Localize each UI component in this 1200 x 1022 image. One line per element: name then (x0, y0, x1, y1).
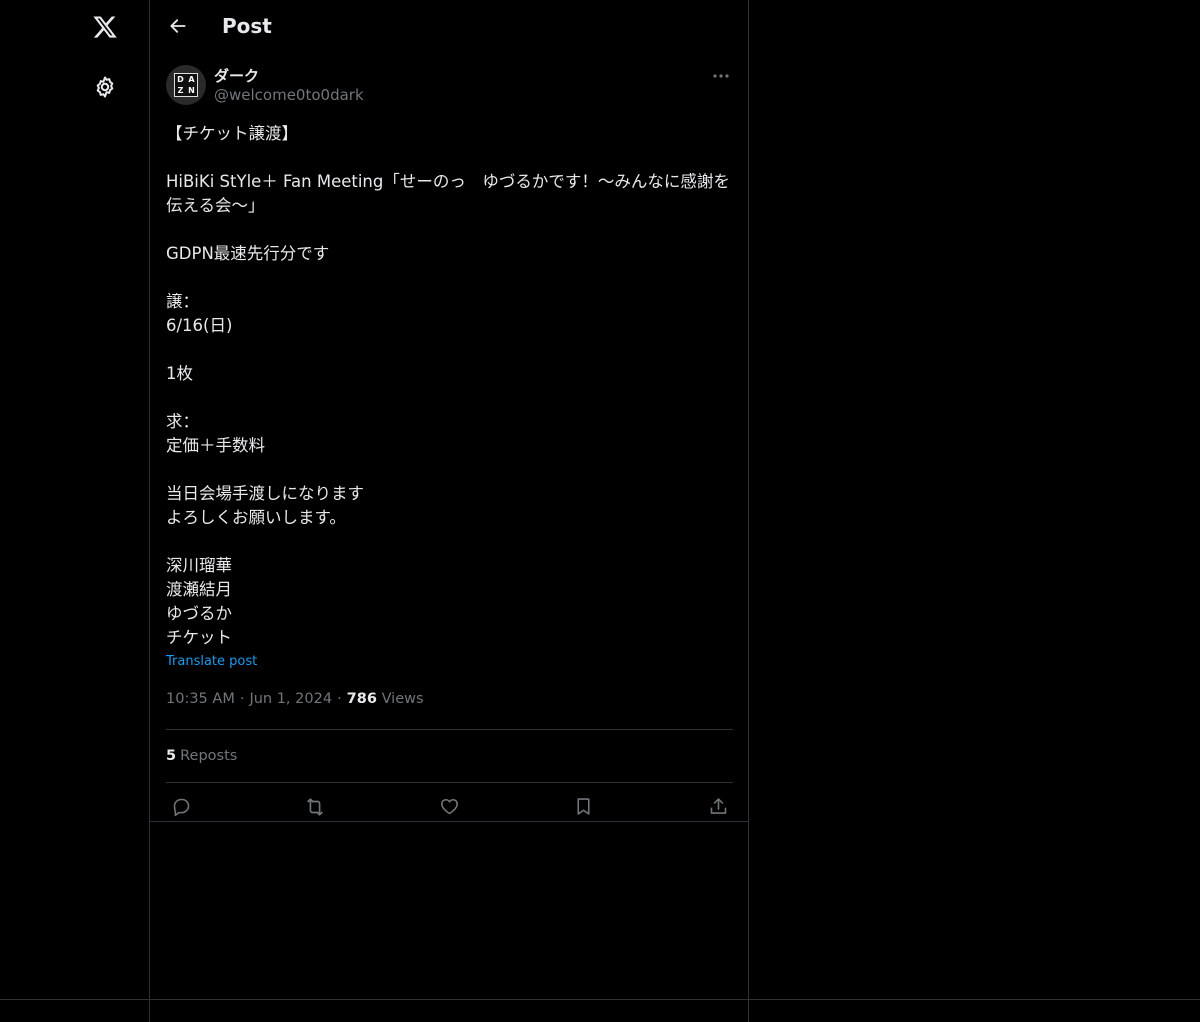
page-title: Post (222, 14, 272, 38)
translate-post-link[interactable]: Translate post (166, 654, 257, 669)
x-logo-icon (93, 16, 117, 38)
meta-dot: · (239, 691, 245, 707)
author-handle[interactable]: @welcome0to0dark (214, 86, 364, 104)
settings-link[interactable] (83, 65, 127, 109)
page-header: Post (150, 0, 749, 53)
avatar-text-1b: A (188, 75, 195, 84)
heart-icon (441, 798, 458, 815)
back-button[interactable] (161, 9, 195, 43)
views-count: 786 (346, 691, 377, 707)
primary-column: Post DA ZN ダーク @welcome0to0dark 【チケット譲渡】… (149, 0, 749, 1022)
reposts-label[interactable]: Reposts (180, 748, 237, 764)
author-display-name[interactable]: ダーク (214, 65, 259, 86)
post-text: 【チケット譲渡】 HiBiKi StYle＋ Fan Meeting「せーのっ … (166, 124, 730, 647)
reply-button[interactable] (170, 796, 192, 818)
post-meta: 10:35 AM · Jun 1, 2024 · 786 Views (166, 691, 733, 715)
x-logo-link[interactable] (83, 5, 127, 49)
avatar-text-2a: Z (177, 86, 184, 95)
more-dots-icon (713, 74, 729, 78)
share-button[interactable] (707, 796, 729, 818)
share-icon (710, 798, 726, 814)
left-nav (0, 0, 150, 1022)
post-stats: 5 Reposts (166, 730, 733, 782)
views-label: Views (381, 691, 424, 707)
bookmark-button[interactable] (573, 796, 595, 818)
post-bottom-border (150, 821, 749, 822)
like-button[interactable] (439, 796, 461, 818)
post-actions (166, 783, 733, 830)
post: DA ZN ダーク @welcome0to0dark 【チケット譲渡】 HiBi… (166, 64, 733, 830)
avatar-text-1a: D (177, 75, 184, 84)
app: Post DA ZN ダーク @welcome0to0dark 【チケット譲渡】… (0, 0, 1200, 1022)
reply-icon (173, 798, 189, 817)
meta-dot: · (337, 691, 342, 707)
post-time[interactable]: 10:35 AM (166, 691, 235, 707)
repost-button[interactable] (304, 796, 326, 818)
page-bottom-border (0, 999, 1200, 1000)
avatar-text-2b: N (188, 86, 195, 95)
gear-icon (96, 76, 114, 98)
bookmark-icon (577, 798, 590, 815)
avatar-logo: DA ZN (174, 73, 198, 97)
avatar[interactable]: DA ZN (166, 65, 206, 105)
repost-icon (307, 797, 323, 816)
more-options-button[interactable] (709, 64, 733, 88)
post-date[interactable]: Jun 1, 2024 (249, 691, 332, 707)
arrow-left-icon (170, 19, 186, 33)
reposts-count[interactable]: 5 (166, 748, 176, 764)
post-author: DA ZN ダーク @welcome0to0dark (166, 64, 733, 108)
